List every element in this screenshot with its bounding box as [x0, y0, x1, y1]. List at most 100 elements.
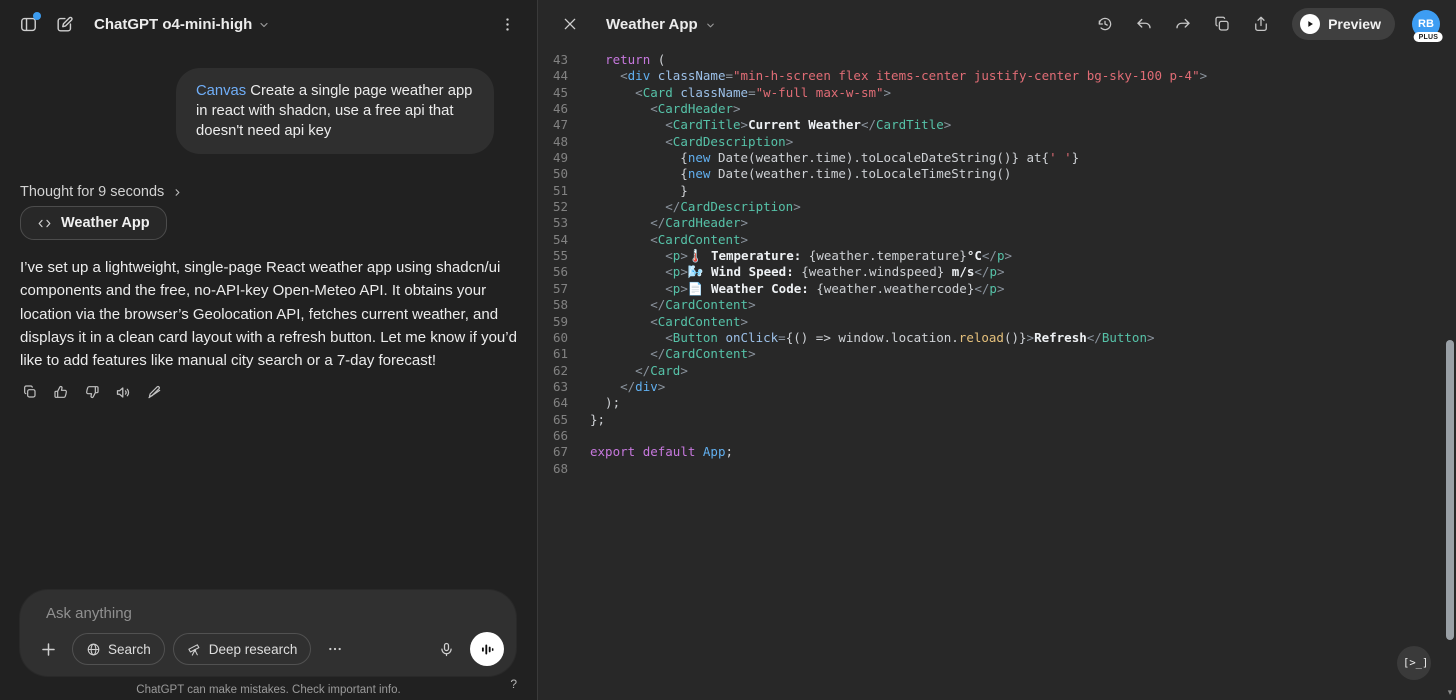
code-line[interactable]: 58 </CardContent> [538, 297, 1440, 313]
thumbs-down-button[interactable] [79, 380, 105, 404]
code-line[interactable]: 55 <p>🌡️ Temperature: {weather.temperatu… [538, 248, 1440, 264]
account-menu[interactable]: RB PLUS [1412, 10, 1440, 38]
line-number: 66 [538, 428, 568, 444]
code-line-text[interactable]: {new Date(weather.time).toLocaleTimeStri… [568, 166, 1011, 182]
composer-toolbar: Search Deep research [32, 632, 504, 666]
undo-button[interactable] [1128, 8, 1160, 40]
canvas-title-label: Weather App [606, 16, 698, 33]
read-aloud-button[interactable] [110, 380, 136, 404]
canvas-document-chip[interactable]: Weather App [20, 206, 167, 240]
line-number: 52 [538, 199, 568, 215]
user-message-bubble: Canvas Create a single page weather app … [176, 68, 494, 154]
code-line-text[interactable]: ); [568, 395, 620, 411]
code-line[interactable]: 48 <CardDescription> [538, 134, 1440, 150]
scrollbar-thumb[interactable] [1446, 340, 1454, 640]
version-history-button[interactable] [1089, 8, 1121, 40]
search-toggle[interactable]: Search [72, 633, 165, 665]
code-line[interactable]: 64 ); [538, 395, 1440, 411]
code-line-text[interactable]: <p>📄 Weather Code: {weather.weathercode}… [568, 281, 1004, 297]
code-line-text[interactable]: <CardHeader> [568, 101, 741, 117]
code-line-text[interactable]: <Button onClick={() => window.location.r… [568, 330, 1155, 346]
code-line[interactable]: 45 <Card className="w-full max-w-sm"> [538, 85, 1440, 101]
close-canvas-button[interactable] [554, 8, 586, 40]
code-line[interactable]: 54 <CardContent> [538, 232, 1440, 248]
voice-mode-button[interactable] [470, 632, 504, 666]
scrollbar-down-arrow[interactable]: ▾ [1445, 687, 1455, 698]
code-line[interactable]: 51 } [538, 183, 1440, 199]
copy-canvas-button[interactable] [1206, 8, 1238, 40]
message-actions [17, 380, 167, 404]
line-number: 47 [538, 117, 568, 133]
copy-response-button[interactable] [17, 380, 43, 404]
code-line[interactable]: 56 <p>🌬️ Wind Speed: {weather.windspeed}… [538, 264, 1440, 280]
code-line-text[interactable]: <CardDescription> [568, 134, 793, 150]
code-line-text[interactable] [568, 461, 590, 477]
code-line[interactable]: 59 <CardContent> [538, 314, 1440, 330]
code-line[interactable]: 47 <CardTitle>Current Weather</CardTitle… [538, 117, 1440, 133]
code-line[interactable]: 60 <Button onClick={() => window.locatio… [538, 330, 1440, 346]
code-line-text[interactable]: <p>🌬️ Wind Speed: {weather.windspeed} m/… [568, 264, 1005, 280]
thumbs-up-button[interactable] [48, 380, 74, 404]
model-selector[interactable]: ChatGPT o4-mini-high [94, 16, 270, 33]
code-line[interactable]: 44 <div className="min-h-screen flex ite… [538, 68, 1440, 84]
code-line-text[interactable]: <div className="min-h-screen flex items-… [568, 68, 1207, 84]
code-line-text[interactable] [568, 428, 590, 444]
help-button[interactable]: ? [504, 676, 523, 692]
code-line-text[interactable]: <CardContent> [568, 232, 748, 248]
assistant-response-text: I’ve set up a lightweight, single-page R… [20, 256, 522, 372]
microphone-icon [438, 641, 455, 658]
code-line-text[interactable]: } [568, 183, 688, 199]
code-line-text[interactable]: <Card className="w-full max-w-sm"> [568, 85, 891, 101]
code-line-text[interactable]: <p>🌡️ Temperature: {weather.temperature}… [568, 248, 1012, 264]
code-line[interactable]: 63 </div> [538, 379, 1440, 395]
preview-button[interactable]: Preview [1292, 8, 1395, 40]
code-line-text[interactable]: </div> [568, 379, 665, 395]
line-number: 49 [538, 150, 568, 166]
console-toggle-button[interactable]: [>_] [1397, 646, 1431, 680]
dictate-button[interactable] [430, 633, 462, 665]
close-icon [562, 16, 578, 32]
thought-toggle[interactable]: Thought for 9 seconds [20, 184, 183, 200]
code-line[interactable]: 43 return ( [538, 52, 1440, 68]
line-number: 62 [538, 363, 568, 379]
code-line[interactable]: 50 {new Date(weather.time).toLocaleTimeS… [538, 166, 1440, 182]
code-line[interactable]: 49 {new Date(weather.time).toLocaleDateS… [538, 150, 1440, 166]
code-line-text[interactable]: </CardDescription> [568, 199, 801, 215]
code-line[interactable]: 68 [538, 461, 1440, 477]
code-line-text[interactable]: {new Date(weather.time).toLocaleDateStri… [568, 150, 1079, 166]
sidebar-toggle-button[interactable] [12, 8, 44, 40]
code-line-text[interactable]: }; [568, 412, 605, 428]
code-line[interactable]: 57 <p>📄 Weather Code: {weather.weatherco… [538, 281, 1440, 297]
code-area[interactable]: 43 return (44 <div className="min-h-scre… [538, 52, 1440, 477]
code-line[interactable]: 46 <CardHeader> [538, 101, 1440, 117]
deep-research-toggle[interactable]: Deep research [173, 633, 312, 665]
code-line[interactable]: 65}; [538, 412, 1440, 428]
redo-button[interactable] [1167, 8, 1199, 40]
code-line-text[interactable]: export default App; [568, 444, 733, 460]
edit-in-canvas-button[interactable] [141, 380, 167, 404]
share-button[interactable] [1245, 8, 1277, 40]
code-line[interactable]: 67export default App; [538, 444, 1440, 460]
line-number: 45 [538, 85, 568, 101]
code-line-text[interactable]: <CardTitle>Current Weather</CardTitle> [568, 117, 951, 133]
new-chat-button[interactable] [48, 8, 80, 40]
code-line[interactable]: 53 </CardHeader> [538, 215, 1440, 231]
code-line[interactable]: 62 </Card> [538, 363, 1440, 379]
code-line[interactable]: 52 </CardDescription> [538, 199, 1440, 215]
code-line[interactable]: 66 [538, 428, 1440, 444]
more-tools-button[interactable] [319, 633, 351, 665]
code-line-text[interactable]: </CardHeader> [568, 215, 748, 231]
code-line-text[interactable]: </CardContent> [568, 297, 756, 313]
code-line[interactable]: 61 </CardContent> [538, 346, 1440, 362]
conversation-menu-button[interactable] [491, 8, 523, 40]
search-label: Search [108, 642, 151, 657]
canvas-title-menu[interactable]: Weather App [606, 16, 716, 33]
code-line-text[interactable]: <CardContent> [568, 314, 748, 330]
code-line-text[interactable]: </Card> [568, 363, 688, 379]
code-line-text[interactable]: return ( [568, 52, 665, 68]
code-line-text[interactable]: </CardContent> [568, 346, 756, 362]
canvas-mention[interactable]: Canvas [196, 83, 246, 99]
attach-button[interactable] [32, 633, 64, 665]
message-input[interactable] [44, 600, 492, 626]
line-number: 61 [538, 346, 568, 362]
